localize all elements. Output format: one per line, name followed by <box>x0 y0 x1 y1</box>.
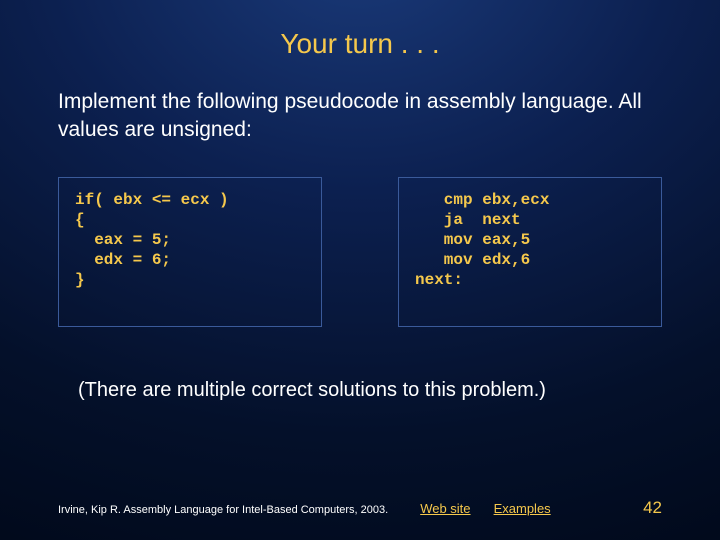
pseudocode-box: if( ebx <= ecx ) { eax = 5; edx = 6; } <box>58 177 322 327</box>
footer-citation: Irvine, Kip R. Assembly Language for Int… <box>58 504 388 516</box>
slide-note: (There are multiple correct solutions to… <box>78 379 662 402</box>
slide-footer: Irvine, Kip R. Assembly Language for Int… <box>0 498 720 518</box>
assembly-box: cmp ebx,ecx ja next mov eax,5 mov edx,6 … <box>398 177 662 327</box>
examples-link[interactable]: Examples <box>494 501 551 516</box>
website-link[interactable]: Web site <box>420 501 470 516</box>
slide-intro: Implement the following pseudocode in as… <box>58 88 662 145</box>
page-number: 42 <box>643 498 662 518</box>
footer-links: Web site Examples <box>410 501 560 516</box>
code-boxes: if( ebx <= ecx ) { eax = 5; edx = 6; } c… <box>58 177 662 327</box>
slide-title: Your turn . . . <box>0 0 720 60</box>
